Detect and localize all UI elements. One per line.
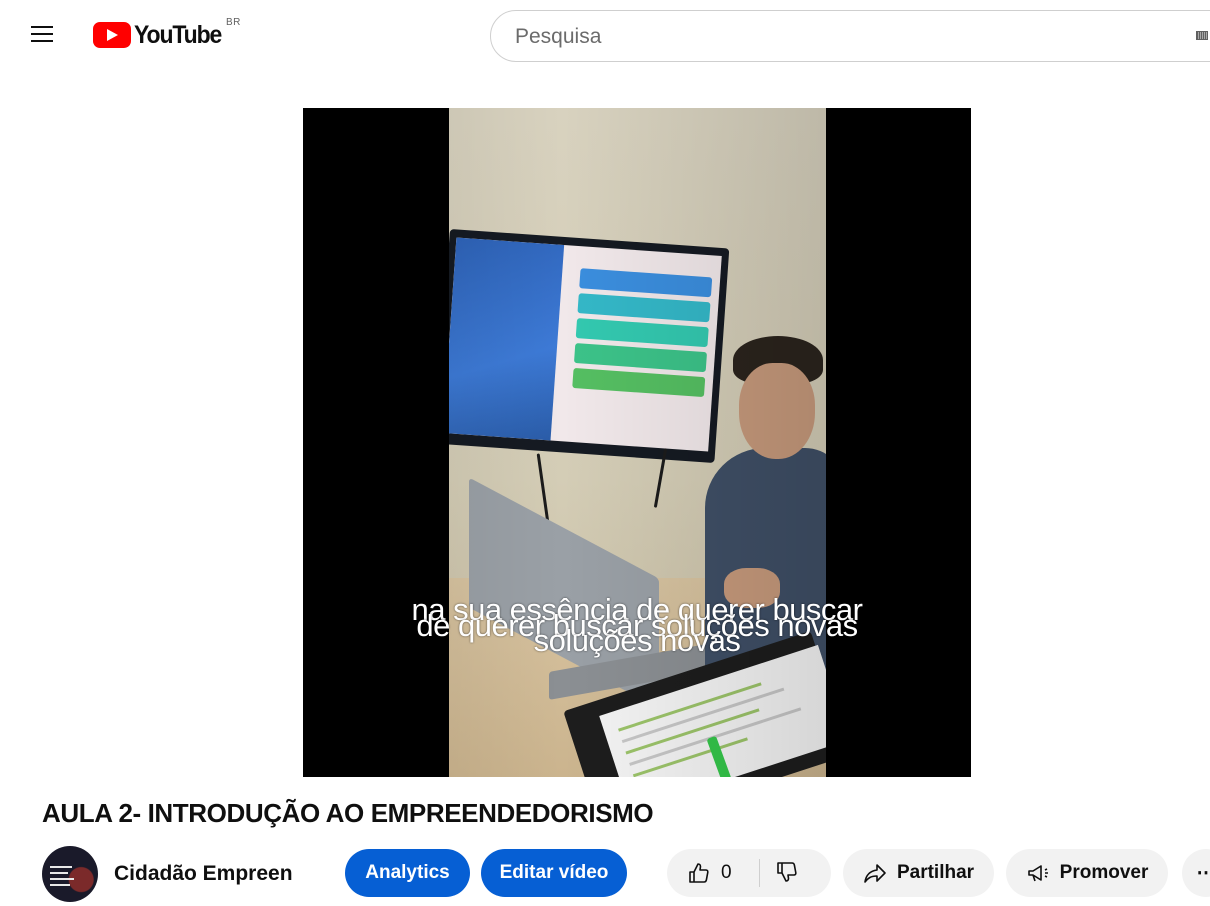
more-icon: ⋯	[1197, 862, 1210, 885]
share-arrow-icon	[863, 861, 887, 885]
video-title: AULA 2- INTRODUÇÃO AO EMPREENDEDORISMO	[42, 798, 653, 829]
video-frame	[449, 108, 826, 777]
search-input[interactable]	[513, 11, 1157, 63]
youtube-play-icon	[93, 22, 131, 48]
megaphone-icon	[1026, 861, 1050, 885]
keyboard-icon[interactable]	[1196, 31, 1208, 40]
video-actions-row: Cidadão Empreen Analytics Editar vídeo 0…	[0, 846, 1210, 906]
youtube-logo[interactable]: YouTube	[93, 22, 229, 48]
channel-name[interactable]: Cidadão Empreen	[114, 862, 293, 886]
promote-label: Promover	[1060, 862, 1149, 884]
analytics-button[interactable]: Analytics	[345, 849, 470, 897]
thumbs-up-icon[interactable]	[687, 861, 711, 885]
country-code: BR	[226, 17, 241, 28]
logo-wordmark: YouTube	[134, 21, 221, 50]
thumbs-down-icon[interactable]	[775, 859, 799, 885]
share-button[interactable]: Partilhar	[843, 849, 994, 897]
hamburger-menu-icon	[31, 26, 53, 42]
promote-button[interactable]: Promover	[1006, 849, 1168, 897]
like-count: 0	[721, 862, 732, 884]
more-actions-button[interactable]: ⋯	[1182, 849, 1210, 897]
guide-menu-button[interactable]	[22, 14, 62, 54]
like-dislike-group: 0	[667, 849, 831, 897]
search-box[interactable]	[490, 10, 1210, 62]
edit-video-button[interactable]: Editar vídeo	[481, 849, 627, 897]
share-label: Partilhar	[897, 862, 974, 884]
channel-avatar[interactable]	[42, 846, 98, 902]
video-player[interactable]: na sua essência de querer buscar de quer…	[303, 108, 971, 777]
masthead: YouTube BR	[0, 0, 1210, 72]
